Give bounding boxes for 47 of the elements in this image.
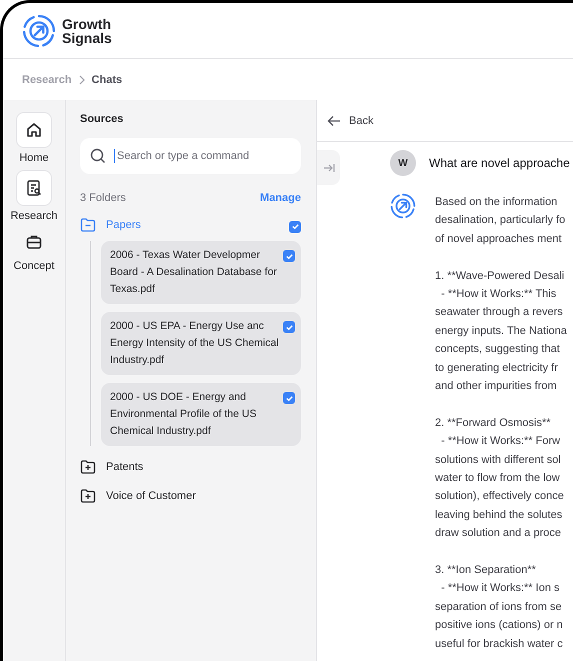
search-field[interactable]: Search or type a command bbox=[80, 138, 301, 174]
answer-paragraph: 3. **Ion Separation** - **How it Works:** Ion s separation of ions from se positive ions (cations) or n useful for brackish water c bbox=[435, 563, 564, 652]
folder-minus-icon[interactable] bbox=[80, 217, 96, 233]
folder-name[interactable]: Voice of Customer bbox=[106, 490, 301, 502]
answer-paragraph: Based on the information desalination, particularly fo of novel approaches ment bbox=[435, 195, 566, 247]
search-input[interactable]: Search or type a command bbox=[114, 149, 289, 163]
file-name: 2000 - US EPA - Energy Use anc Energy Intensity of the US Chemical Industry.pdf bbox=[110, 319, 279, 368]
back-arrow-icon[interactable] bbox=[327, 114, 341, 126]
file-card[interactable]: 2000 - US EPA - Energy Use anc Energy Intensity of the US Chemical Industry.pdf bbox=[101, 312, 301, 375]
checkmark-icon bbox=[284, 322, 294, 332]
answer-paragraph: 1. **Wave-Powered Desali - **How it Works:** This seawater through a revers energy inputs. The Nationa concepts, suggesting that to generating electricity fr and other impurities from bbox=[435, 268, 567, 394]
checkbox[interactable] bbox=[289, 220, 301, 232]
search-icon bbox=[90, 148, 106, 164]
breadcrumb-item[interactable]: Chats bbox=[92, 74, 122, 86]
folder-plus-icon[interactable] bbox=[80, 459, 96, 475]
logo-icon bbox=[22, 14, 56, 48]
checkbox[interactable] bbox=[283, 392, 295, 404]
checkmark-icon bbox=[284, 394, 294, 402]
chevron-right-icon bbox=[78, 74, 86, 84]
nav-label[interactable]: Research bbox=[10, 210, 58, 222]
nav-label[interactable]: Concept bbox=[14, 260, 54, 272]
arrow-to-bar-icon bbox=[322, 162, 334, 172]
checkbox[interactable] bbox=[283, 321, 295, 333]
file-card[interactable]: 2006 - Texas Water Developmer Board - A Desalination Database for Texas.pdf bbox=[101, 241, 301, 304]
checkbox[interactable] bbox=[283, 250, 295, 262]
checkmark-icon bbox=[284, 252, 294, 260]
home-icon bbox=[25, 121, 43, 139]
assistant-avatar-icon bbox=[390, 193, 416, 219]
nav-label[interactable]: Home bbox=[19, 152, 49, 164]
file-card[interactable]: 2000 - US DOE - Energy and Environmental Profile of the US Chemical Industry.pdf bbox=[101, 383, 301, 446]
folder-count: 3 Folders bbox=[80, 192, 126, 204]
folder-name[interactable]: Patents bbox=[106, 461, 301, 473]
sources-title: Sources bbox=[80, 113, 124, 125]
nav-button[interactable] bbox=[16, 170, 52, 206]
nav-button[interactable] bbox=[16, 112, 52, 148]
file-name: 2006 - Texas Water Developmer Board - A Desalination Database for Texas.pdf bbox=[110, 248, 278, 297]
brand-name: Growth Signals bbox=[62, 16, 112, 44]
user-avatar: W bbox=[390, 150, 416, 176]
folder-plus-icon[interactable] bbox=[80, 488, 96, 504]
answer-paragraph: 2. **Forward Osmosis** - **How it Works:** Forw solutions with different sol water to flow from the low solution), effectively conce leaving behind the solutes draw solution and a proce bbox=[435, 416, 565, 542]
checkmark-icon bbox=[290, 222, 300, 231]
file-name: 2000 - US DOE - Energy and Environmental Profile of the US Chemical Industry.pdf bbox=[110, 390, 258, 439]
question-text: What are novel approache bbox=[429, 156, 570, 170]
document-search-icon bbox=[24, 179, 43, 197]
back-link[interactable]: Back bbox=[349, 114, 374, 126]
briefcase-icon bbox=[24, 233, 43, 251]
expand-tab[interactable] bbox=[317, 150, 340, 185]
